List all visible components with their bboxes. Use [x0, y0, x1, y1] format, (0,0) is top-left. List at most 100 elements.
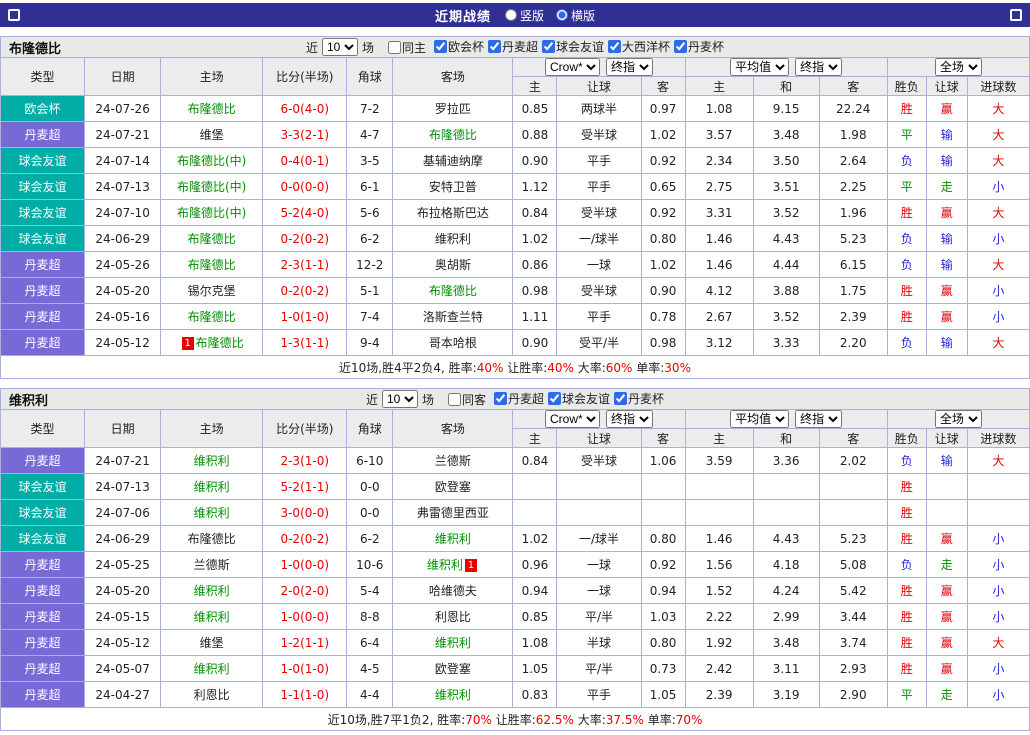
- recent-count-select[interactable]: 10: [381, 390, 418, 408]
- cell-away-team: 兰德斯: [392, 447, 514, 474]
- odds-stage-select[interactable]: 终指: [606, 58, 653, 76]
- view-mode-vertical[interactable]: 竖版: [504, 7, 544, 24]
- matches-table: 类型 日期 主场 比分(半场) 角球 客场 Crow* 终指 平均值 终指 全场 主…: [0, 57, 1030, 379]
- league-filter[interactable]: 球会友谊: [542, 38, 604, 55]
- cell-score: 6-0(4-0): [262, 95, 348, 122]
- euro-average-select[interactable]: 平均值: [730, 410, 790, 428]
- cell-league-type: 丹麦超: [0, 603, 86, 630]
- euro-stage-select[interactable]: 终指: [795, 410, 843, 428]
- summary-text: 40%: [547, 360, 574, 375]
- cell-corners: 8-8: [346, 603, 394, 630]
- cell-odds: 0.78: [640, 303, 686, 330]
- league-filter[interactable]: 大西洋杯: [608, 38, 670, 55]
- cell-league-type: 丹麦超: [0, 303, 86, 330]
- cell-result: 赢: [925, 525, 968, 552]
- odds-company-select[interactable]: Crow*: [545, 410, 600, 428]
- team-label: 布隆德比(中): [176, 180, 247, 194]
- league-filter-checkbox[interactable]: [433, 40, 447, 53]
- cell-result: 大: [966, 95, 1030, 122]
- cell-odds: 0.86: [512, 251, 558, 278]
- view-mode-horizontal-radio[interactable]: [556, 9, 568, 21]
- team-label: 维积利: [193, 454, 230, 468]
- topbar-left-icon[interactable]: [8, 9, 20, 21]
- col-header-result-handicap: 让球: [925, 76, 968, 96]
- cell-date: 24-07-10: [84, 199, 162, 226]
- team-label: 维积利: [193, 662, 230, 676]
- top-bar: 近期战绩 竖版 横版: [0, 3, 1030, 27]
- cell-odds: 受半球: [556, 447, 642, 474]
- euro-selects-cell: 平均值 终指: [684, 57, 888, 77]
- recent-suffix-label: 场: [421, 392, 434, 407]
- cell-odds: 5.42: [818, 577, 888, 604]
- league-filter[interactable]: 丹麦杯: [614, 390, 664, 407]
- venue-filter-checkbox[interactable]: [387, 40, 401, 54]
- cell-odds: 2.99: [752, 603, 820, 630]
- cell-away-team: 奥胡斯: [392, 251, 514, 278]
- recent-results-widget: { "top_bar": { "title": "近期战绩", "views":…: [0, 3, 1030, 731]
- league-filter[interactable]: 丹麦杯: [674, 38, 724, 55]
- cell-result: 胜: [886, 499, 927, 526]
- cell-odds: 2.90: [818, 681, 888, 708]
- league-filter-checkbox[interactable]: [548, 392, 562, 405]
- cell-home-team: 维积利: [160, 499, 264, 526]
- match-row: 球会友谊 24-07-13 维积利 5-2(1-1) 0-0 欧登塞 胜: [0, 473, 1030, 500]
- cell-result: 赢: [925, 655, 968, 682]
- league-filter-checkbox[interactable]: [614, 392, 628, 405]
- rank-badge: 1: [181, 337, 194, 350]
- match-row: 球会友谊 24-07-10 布隆德比(中) 5-2(4-0) 5-6 布拉格斯巴达 0.84…: [0, 199, 1030, 226]
- cell-corners: 9-4: [346, 329, 394, 356]
- cell-odds: 5.23: [818, 225, 888, 252]
- col-header-euro-home: 主: [684, 76, 754, 96]
- cell-odds: 一球: [556, 251, 642, 278]
- cell-result: 大: [966, 629, 1030, 656]
- cell-league-type: 丹麦超: [0, 121, 86, 148]
- league-filter-checkbox[interactable]: [542, 40, 556, 53]
- cell-odds: 0.90: [640, 277, 686, 304]
- league-filter[interactable]: 丹麦超: [488, 38, 538, 55]
- cell-corners: 7-4: [346, 303, 394, 330]
- topbar-right-icon[interactable]: [1010, 9, 1022, 21]
- league-filter-checkbox[interactable]: [674, 40, 688, 53]
- venue-filter-checkbox[interactable]: [447, 392, 461, 406]
- team-label: 基辅迪纳摩: [422, 154, 483, 168]
- league-filter-checkbox[interactable]: [608, 40, 622, 53]
- cell-corners: 7-2: [346, 95, 394, 122]
- cell-odds: 1.96: [818, 199, 888, 226]
- team-label: 利恩比: [434, 610, 471, 624]
- league-filter[interactable]: 欧会杯: [433, 38, 484, 55]
- team-label: 布隆德比: [187, 232, 236, 246]
- cell-home-team: 利恩比: [160, 681, 264, 708]
- league-filter[interactable]: 球会友谊: [548, 390, 610, 407]
- cell-home-team: 维堡: [160, 629, 264, 656]
- cell-result: 负: [886, 447, 927, 474]
- match-row: 球会友谊 24-06-29 布隆德比 0-2(0-2) 6-2 维积利 1.02 一/球半 0.…: [0, 525, 1030, 552]
- league-filter-group: 丹麦超 球会友谊 丹麦杯: [490, 390, 664, 408]
- cell-odds: 1.02: [640, 251, 686, 278]
- team-label: 维积利: [193, 480, 230, 494]
- league-filter-checkbox[interactable]: [488, 40, 501, 53]
- cell-odds: 0.94: [640, 577, 686, 604]
- recent-count-select[interactable]: 10: [321, 38, 358, 56]
- venue-filter[interactable]: 同客: [447, 391, 486, 408]
- euro-stage-select[interactable]: 终指: [795, 58, 843, 76]
- view-mode-vertical-radio[interactable]: [504, 9, 517, 21]
- view-mode-horizontal[interactable]: 横版: [556, 7, 595, 24]
- cell-odds: 1.12: [512, 173, 558, 200]
- league-filter-checkbox[interactable]: [494, 392, 507, 405]
- cell-odds: 3.59: [684, 447, 754, 474]
- match-scope-select[interactable]: 全场: [934, 58, 982, 76]
- euro-average-select[interactable]: 平均值: [730, 58, 790, 76]
- team-label: 维堡: [199, 128, 224, 142]
- col-header-result-wdl: 胜负: [886, 76, 927, 96]
- league-filter[interactable]: 丹麦超: [494, 390, 544, 407]
- match-scope-select[interactable]: 全场: [934, 410, 982, 428]
- cell-result: 走: [925, 681, 968, 708]
- venue-filter-label: 同主: [401, 40, 426, 55]
- cell-home-team: 布隆德比: [160, 95, 264, 122]
- venue-filter[interactable]: 同主: [387, 39, 426, 56]
- cell-odds: 3.31: [684, 199, 754, 226]
- cell-score: 5-2(1-1): [262, 473, 348, 500]
- odds-company-select[interactable]: Crow*: [545, 58, 600, 76]
- cell-odds: 0.90: [512, 329, 558, 356]
- odds-stage-select[interactable]: 终指: [606, 410, 653, 428]
